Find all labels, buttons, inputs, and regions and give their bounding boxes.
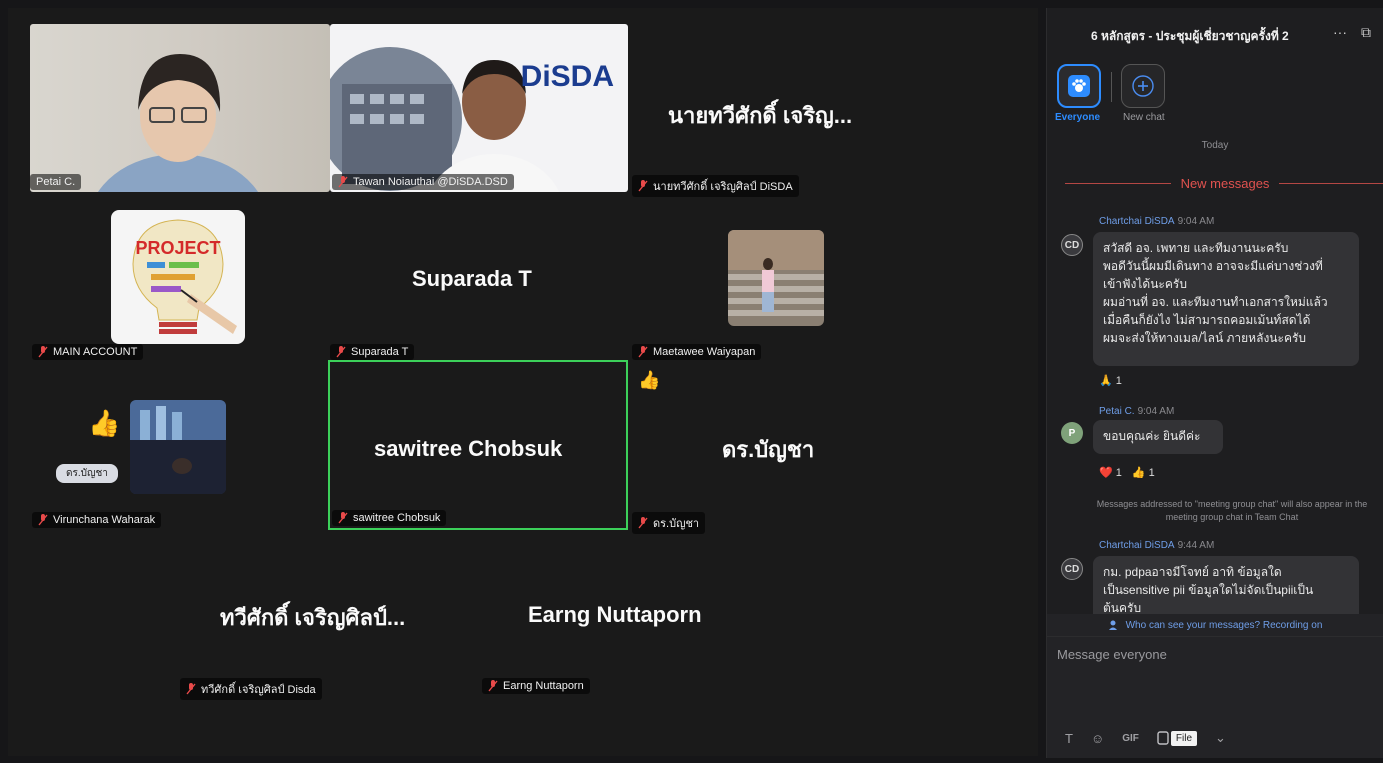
mic-muted-icon [638,180,648,192]
reaction-pray[interactable]: 🙏 1 [1099,374,1122,387]
channel-everyone-label: Everyone [1055,112,1101,123]
mic-muted-icon [488,680,498,692]
message-composer: T ☺ GIF File ⌄ [1047,636,1383,758]
disda-logo: DiSDA [520,60,614,93]
photo-stairs [728,230,824,316]
new-messages-label: New messages [1180,176,1270,191]
mic-muted-icon [336,346,346,358]
more-options-icon[interactable]: ··· [1333,24,1347,41]
file-button[interactable]: File [1157,730,1198,746]
reaction-thumbs-up[interactable]: 👍 1 [1132,466,1155,479]
name-tag: sawitree Chobsuk [332,510,447,526]
mic-muted-icon [186,683,196,695]
video-virunchana[interactable] [130,400,226,494]
channel-divider [1111,72,1112,102]
file-icon [1157,731,1169,745]
name-tag: Petai C. [30,174,82,190]
photo-night-city [130,400,226,494]
more-tools-icon[interactable]: ⌄ [1215,730,1226,746]
message-sender: Petai C. 9:04 AM [1099,406,1175,417]
name-tag: ทวีศักดิ์ เจริญศิลป์ Disda [180,678,322,700]
thumbs-up-reaction-icon: 👍 [88,408,121,438]
mic-muted-icon [38,514,48,526]
video-tawan[interactable]: DiSDA Tawan Noiauthai @DiSDA.DSD [330,24,628,192]
recording-notice[interactable]: Who can see your messages? Recording on [1047,614,1383,636]
plus-icon [1132,75,1154,97]
divider-line [1279,183,1383,184]
message-sender: Chartchai DiSDA 9:44 AM [1099,540,1215,551]
message-reactions: ❤️ 1 👍 1 [1099,466,1155,479]
popout-icon[interactable]: ⧉ [1361,24,1371,41]
message-line: สวัสดี อจ. เพทาย และทีมงานนะครับ [1103,241,1289,255]
name-tag: MAIN ACCOUNT [32,344,144,360]
chat-title: 6 หลักสูตร - ประชุมผู้เชี่ยวชาญครั้งที่ … [1091,29,1289,43]
message-line: ผมอ่านที่ อจ. และทีมงานทำเอกสารใหม่แล้ว [1103,295,1328,309]
paw-icon [1068,75,1090,97]
message-input[interactable] [1057,647,1372,662]
message-line: ผมจะส่งให้ทางเมล/ไลน์ ภายหลังนะครับ [1103,331,1307,345]
message-reactions: 🙏 1 [1099,374,1122,387]
mic-muted-icon [38,346,48,358]
name-tag: Virunchana Waharak [32,512,162,528]
chat-header-actions: ··· ⧉ [1333,24,1371,41]
participant-name-large: นายทวีศักดิ์ เจริญ... [668,103,853,128]
mic-muted-icon [338,176,348,188]
file-tooltip: File [1170,730,1198,746]
message-line: พอดีวันนี้ผมมีเดินทาง อาจจะมีแค่บางช่วงท… [1103,259,1323,273]
project-bulb-image: PROJECT [132,219,237,334]
mic-muted-icon [638,346,648,358]
participant-name-large: ดร.บัญชา [722,437,815,462]
name-tag: Maetawee Waiyapan [632,344,762,360]
name-tag: Suparada T [330,344,415,360]
participant-name-large: Suparada T [412,266,532,291]
reaction-heart[interactable]: ❤️ 1 [1099,466,1122,479]
participant-name-large: sawitree Chobsuk [374,436,563,461]
name-tag: Tawan Noiauthai @DiSDA.DSD [332,174,514,190]
message-line: เป็นsensitive pii ข้อมูลใดไม่จัดเป็นpiiเ… [1103,583,1314,597]
video-gallery: Petai C. DiSDA Tawan Noiauthai @DiSDA.DS… [8,8,1038,756]
name-tag: ดร.บัญชา [632,512,706,534]
text-format-icon[interactable]: T [1065,731,1073,746]
message-line: ต้นครับ [1103,601,1142,614]
new-messages-divider: New messages [1065,176,1383,191]
message-bubble[interactable]: สวัสดี อจ. เพทาย และทีมงานนะครับ พอดีวัน… [1093,232,1359,366]
person-figure [97,54,259,192]
channel-new-chat[interactable] [1121,64,1165,108]
name-tag: Earng Nuttaporn [482,678,590,694]
channel-new-chat-label: New chat [1123,112,1165,123]
name-tag: นายทวีศักดิ์ เจริญศิลป์ DiSDA [632,175,799,197]
video-petai[interactable]: Petai C. [30,24,330,192]
mic-muted-icon [638,517,648,529]
video-main-account[interactable]: PROJECT [111,210,245,344]
channel-everyone[interactable] [1057,64,1101,108]
avatar[interactable]: CD [1061,558,1083,580]
thumbs-up-reaction-icon: 👍 [638,370,661,390]
message-sender: Chartchai DiSDA 9:04 AM [1099,216,1215,227]
avatar[interactable]: CD [1061,234,1083,256]
avatar[interactable]: P [1061,422,1083,444]
message-line: เข้าฟังได้นะครับ [1103,277,1187,291]
message-line: เมื่อคืนก็ยังไง ไม่สามารถคอมเม้นท์สดได้ [1103,313,1311,327]
message-bubble[interactable]: กม. pdpaอาจมีโจทย์ อาทิ ข้อมูลใด เป็นsen… [1093,556,1359,614]
video-maetawee[interactable] [728,230,824,326]
system-note: Messages addressed to "meeting group cha… [1096,499,1368,522]
participant-name-large: Earng Nuttaporn [528,602,702,627]
active-speaker-frame[interactable]: sawitree Chobsuk sawitree Chobsuk [328,360,628,530]
participant-badge: ดร.บัญชา [56,464,118,483]
message-bubble[interactable]: ขอบคุณค่ะ ยินดีค่ะ [1093,420,1223,454]
gif-icon[interactable]: GIF [1122,733,1139,744]
participant-name-large: ทวีศักดิ์ เจริญศิลป์... [220,605,406,630]
emoji-icon[interactable]: ☺ [1091,731,1104,746]
chat-panel: 6 หลักสูตร - ประชุมผู้เชี่ยวชาญครั้งที่ … [1046,8,1383,758]
background-building [330,47,560,192]
message-line: กม. pdpaอาจมีโจทย์ อาทิ ข้อมูลใด [1103,565,1282,579]
date-divider: Today [1201,140,1229,151]
people-icon [1108,620,1117,630]
mic-muted-icon [338,512,348,524]
project-word: PROJECT [135,238,220,258]
divider-line [1065,183,1171,184]
message-line: ขอบคุณค่ะ ยินดีค่ะ [1103,429,1201,443]
composer-toolbar: T ☺ GIF File ⌄ [1065,730,1226,746]
